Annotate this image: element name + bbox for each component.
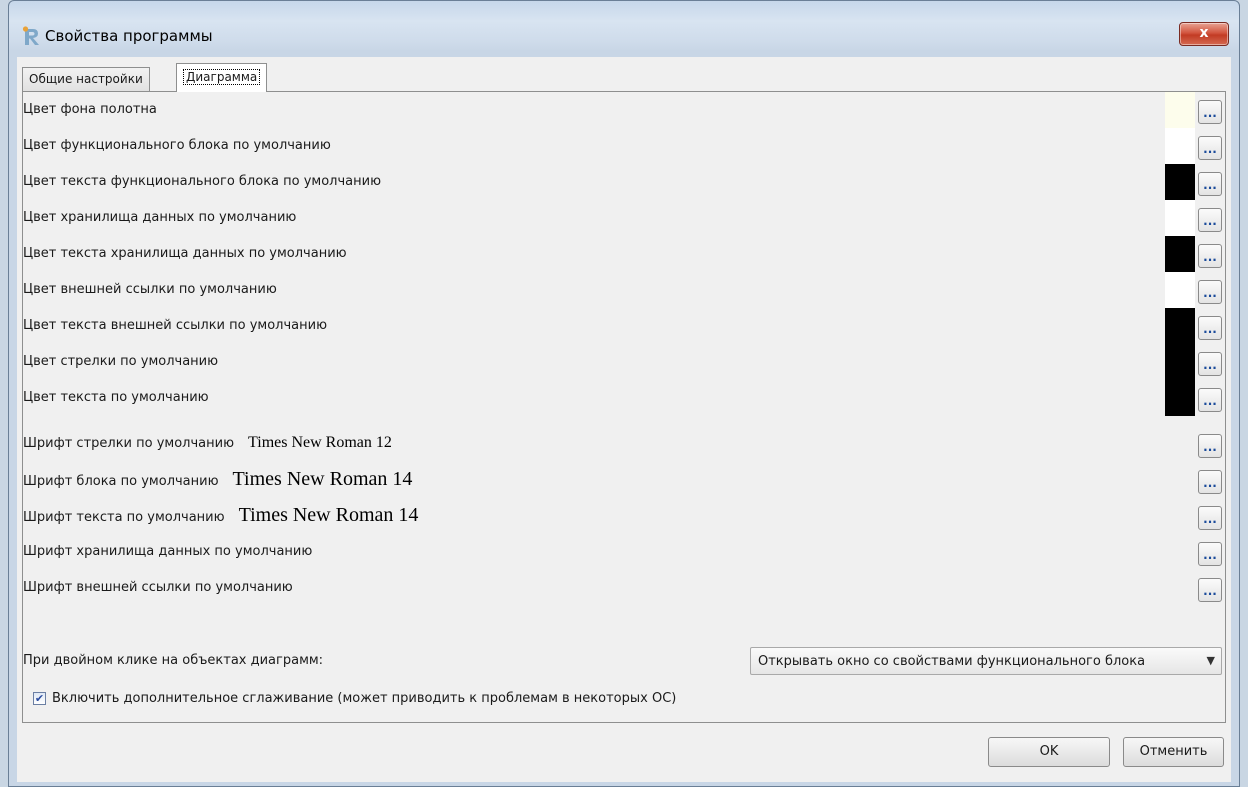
color-setting-row: Цвет текста функционального блока по умо…	[23, 164, 1225, 200]
title-bar[interactable]: Свойства программы x	[9, 1, 1239, 57]
choose-color-button[interactable]: ...	[1198, 316, 1222, 340]
smoothing-label[interactable]: Включить дополнительное сглаживание (мож…	[52, 691, 676, 706]
color-setting-label: Цвет текста хранилища данных по умолчани…	[23, 246, 347, 261]
color-setting-row: Цвет текста хранилища данных по умолчани…	[23, 236, 1225, 272]
choose-font-button[interactable]: ...	[1198, 578, 1222, 602]
font-setting-label: Шрифт стрелки по умолчанию Times New Roma…	[23, 434, 392, 452]
color-setting-label: Цвет фона полотна	[23, 102, 157, 117]
font-setting-name: Шрифт внешней ссылки по умолчанию	[23, 580, 293, 595]
font-setting-name: Шрифт стрелки по умолчанию	[23, 436, 235, 451]
color-setting-label: Цвет хранилища данных по умолчанию	[23, 210, 297, 225]
properties-dialog: Свойства программы x Общие настройки Диа…	[8, 0, 1240, 787]
choose-color-button[interactable]: ...	[1198, 172, 1222, 196]
smoothing-setting: ✔ Включить дополнительное сглаживание (м…	[23, 684, 1225, 714]
color-setting-label: Цвет текста по умолчанию	[23, 390, 209, 405]
color-swatch	[1165, 236, 1195, 272]
choose-color-button[interactable]: ...	[1198, 244, 1222, 268]
color-swatch	[1165, 200, 1195, 236]
tab-label: Диаграмма	[183, 69, 261, 85]
color-setting-label: Цвет текста внешней ссылки по умолчанию	[23, 318, 328, 333]
color-setting-row: Цвет функционального блока по умолчанию.…	[23, 128, 1225, 164]
choose-font-button[interactable]: ...	[1198, 434, 1222, 458]
font-setting-label: Шрифт блока по умолчанию Times New Roman …	[23, 468, 412, 491]
choose-font-button[interactable]: ...	[1198, 542, 1222, 566]
tab-diagram[interactable]: Диаграмма	[176, 63, 268, 92]
font-sample: Times New Roman 14	[232, 468, 413, 490]
font-setting-row: Шрифт текста по умолчанию Times New Roman…	[23, 498, 1225, 534]
color-swatch	[1165, 380, 1195, 416]
color-setting-label: Цвет стрелки по умолчанию	[23, 354, 219, 369]
choose-color-button[interactable]: ...	[1198, 100, 1222, 124]
font-setting-row: Шрифт хранилища данных по умолчанию...	[23, 534, 1225, 570]
double-click-dropdown[interactable]: Открывать окно со свойствами функциональ…	[750, 647, 1222, 675]
font-setting-row: Шрифт стрелки по умолчанию Times New Roma…	[23, 426, 1225, 462]
font-setting-row: Шрифт внешней ссылки по умолчанию...	[23, 570, 1225, 606]
smoothing-checkbox[interactable]: ✔	[33, 692, 46, 705]
tab-label: Общие настройки	[29, 72, 143, 86]
font-setting-name: Шрифт текста по умолчанию	[23, 510, 225, 525]
cancel-button[interactable]: Отменить	[1123, 737, 1224, 767]
color-swatch	[1165, 344, 1195, 380]
tab-general-settings[interactable]: Общие настройки	[22, 67, 150, 91]
choose-font-button[interactable]: ...	[1198, 506, 1222, 530]
color-setting-row: Цвет хранилища данных по умолчанию...	[23, 200, 1225, 236]
choose-color-button[interactable]: ...	[1198, 208, 1222, 232]
font-sample: Times New Roman 14	[238, 504, 419, 526]
color-setting-label: Цвет функционального блока по умолчанию	[23, 138, 331, 153]
choose-color-button[interactable]: ...	[1198, 280, 1222, 304]
color-swatch	[1165, 272, 1195, 308]
font-setting-label: Шрифт текста по умолчанию Times New Roman…	[23, 504, 418, 527]
font-sample: Times New Roman 12	[248, 434, 392, 451]
double-click-selected: Открывать окно со свойствами функциональ…	[758, 654, 1146, 669]
double-click-label: При двойном клике на объектах диаграмм:	[23, 653, 324, 668]
color-swatch	[1165, 164, 1195, 200]
double-click-setting: При двойном клике на объектах диаграмм: …	[23, 643, 1225, 679]
color-setting-row: Цвет текста по умолчанию...	[23, 380, 1225, 416]
choose-color-button[interactable]: ...	[1198, 388, 1222, 412]
color-setting-label: Цвет внешней ссылки по умолчанию	[23, 282, 277, 297]
color-setting-row: Цвет внешней ссылки по умолчанию...	[23, 272, 1225, 308]
color-swatch	[1165, 128, 1195, 164]
dialog-footer: OK Отменить	[22, 724, 1226, 776]
choose-color-button[interactable]: ...	[1198, 136, 1222, 160]
app-logo-icon	[22, 26, 39, 45]
color-setting-row: Цвет фона полотна...	[23, 92, 1225, 128]
color-setting-row: Цвет стрелки по умолчанию...	[23, 344, 1225, 380]
font-setting-label: Шрифт внешней ссылки по умолчанию	[23, 578, 307, 596]
color-swatch	[1165, 308, 1195, 344]
close-button[interactable]: x	[1179, 22, 1229, 46]
font-setting-row: Шрифт блока по умолчанию Times New Roman …	[23, 462, 1225, 498]
font-setting-name: Шрифт хранилища данных по умолчанию	[23, 544, 313, 559]
diagram-settings-panel: Цвет фона полотна... Цвет функционального…	[22, 91, 1226, 723]
dialog-body: Общие настройки Диаграмма Цвет фона поло…	[17, 57, 1231, 782]
color-setting-label: Цвет текста функционального блока по умо…	[23, 174, 382, 189]
dropdown-arrow-icon: ▼	[1206, 654, 1215, 667]
choose-font-button[interactable]: ...	[1198, 470, 1222, 494]
choose-color-button[interactable]: ...	[1198, 352, 1222, 376]
ok-button[interactable]: OK	[988, 737, 1110, 767]
font-setting-name: Шрифт блока по умолчанию	[23, 474, 219, 489]
window-title: Свойства программы	[45, 27, 213, 45]
color-swatch	[1165, 92, 1195, 128]
color-setting-row: Цвет текста внешней ссылки по умолчанию.…	[23, 308, 1225, 344]
font-setting-label: Шрифт хранилища данных по умолчанию	[23, 542, 326, 560]
